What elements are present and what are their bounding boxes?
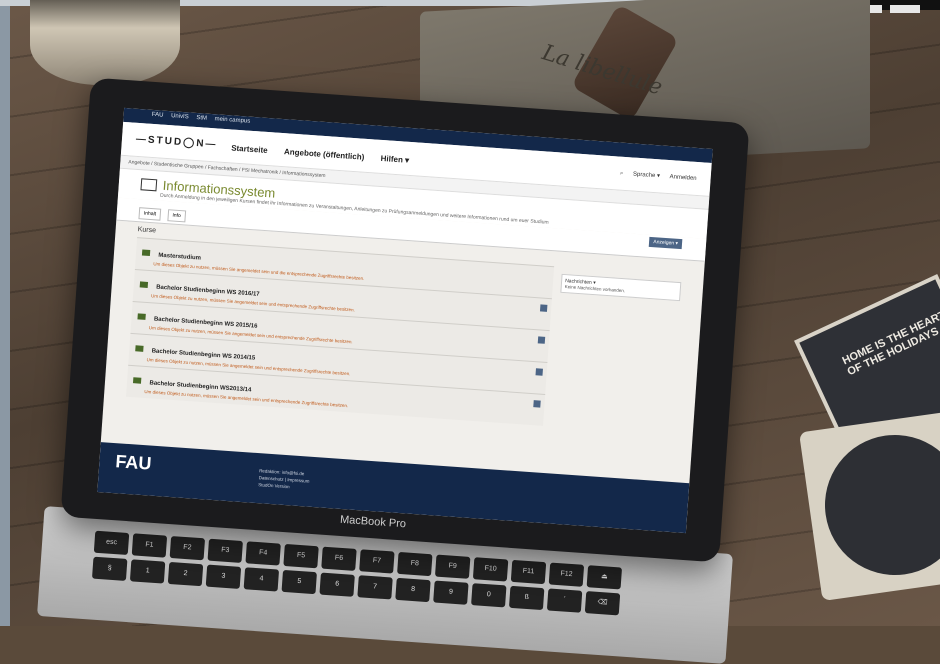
course-title[interactable]: Masterstudium (158, 253, 201, 262)
actions-toggle-icon[interactable] (537, 336, 546, 344)
nav-angebote[interactable]: Angebote (öffentlich) (284, 147, 365, 162)
key: 1 (129, 559, 166, 584)
key: F4 (245, 541, 281, 566)
key: F8 (397, 551, 433, 577)
login-link[interactable]: Anmelden (669, 174, 696, 182)
nav-startseite[interactable]: Startseite (231, 143, 268, 155)
sidebar: Nachrichten ▾ Keine Nachrichten vorhande… (551, 256, 683, 435)
key: 5 (281, 569, 317, 595)
key: 0 (471, 583, 507, 608)
key: 7 (357, 575, 393, 600)
laptop-screen: FAU UnivIS StM mein campus —STUD◯N— Star… (97, 107, 713, 534)
actions-toggle-icon[interactable] (535, 368, 543, 376)
coaster-light (798, 408, 940, 602)
key: ß (508, 585, 545, 611)
key: F11 (510, 559, 547, 585)
key: F3 (207, 538, 243, 563)
footer-text: Redaktion: info@fsi.de Datenschutz | Imp… (258, 467, 310, 492)
course-list: Kurse Masterstudium Um dieses Objekt zu … (126, 226, 555, 426)
tab-inhalt[interactable]: Inhalt (138, 207, 162, 221)
key: § (91, 556, 128, 581)
key: ´ (546, 588, 583, 613)
key: 8 (395, 577, 431, 603)
key: 4 (243, 567, 280, 592)
course-icon (137, 313, 146, 320)
course-icon (139, 281, 149, 288)
folder-icon (140, 177, 158, 191)
fau-logo[interactable]: FAU (115, 451, 152, 474)
topnav-link[interactable]: UnivIS (171, 113, 189, 120)
tab-info[interactable]: Info (167, 209, 187, 223)
course-icon (141, 249, 151, 257)
key: ⏏ (586, 565, 623, 590)
key: esc (93, 530, 130, 556)
key: 6 (319, 572, 355, 597)
key: 2 (167, 561, 204, 587)
jar (30, 0, 180, 85)
actions-toggle-icon[interactable] (533, 400, 541, 408)
course-icon (135, 345, 144, 352)
anzeigen-button[interactable]: Anzeigen ▾ (648, 236, 683, 250)
key: F2 (169, 536, 206, 561)
key: 3 (205, 564, 242, 589)
language-menu[interactable]: Sprache ▾ (633, 171, 660, 179)
actions-toggle-icon[interactable] (539, 304, 548, 312)
key: F5 (283, 543, 319, 569)
access-message: Um dieses Objekt zu nutzen, müssen Sie a… (144, 389, 349, 409)
key: F12 (548, 562, 585, 587)
topnav-link[interactable]: mein campus (214, 116, 250, 124)
news-box: Nachrichten ▾ Keine Nachrichten vorhande… (560, 273, 682, 302)
studon-logo[interactable]: —STUD◯N— (136, 134, 218, 151)
key: F6 (321, 546, 357, 571)
key: F9 (434, 554, 471, 579)
key: ⌫ (584, 591, 621, 616)
header-right: ⌕ Sprache ▾ Anmelden (612, 169, 697, 183)
left-strip (0, 0, 10, 626)
key: F1 (131, 533, 168, 558)
topnav-link[interactable]: StM (196, 115, 207, 122)
main-nav: Startseite Angebote (öffentlich) Hilfen … (231, 137, 422, 168)
key: F7 (359, 549, 395, 574)
key: F10 (472, 557, 509, 582)
search-icon[interactable]: ⌕ (620, 170, 624, 176)
key: 9 (433, 580, 469, 605)
nav-hilfen[interactable]: Hilfen ▾ (380, 153, 409, 164)
course-icon (132, 377, 142, 384)
topnav-link[interactable]: FAU (152, 112, 164, 119)
